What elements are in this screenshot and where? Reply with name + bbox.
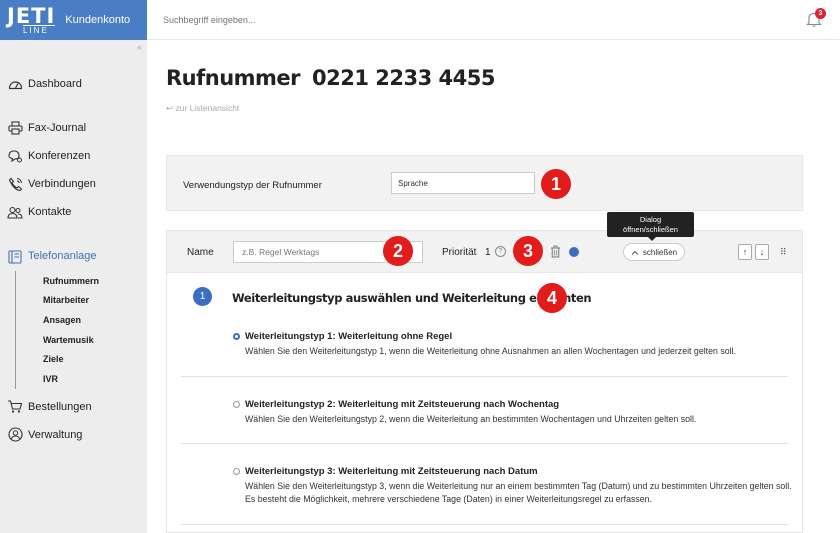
arrow-up-icon: ↑ [742, 247, 748, 257]
topbar: 3 [147, 0, 840, 40]
move-up-button[interactable]: ↑ [738, 244, 752, 260]
annotation-marker-3: 3 [513, 236, 543, 266]
radio-selected[interactable] [233, 333, 240, 340]
forwarding-rule-card: Name Priorität 1 ? schließen ↑ ↓ ⠿ 1 Wei… [166, 230, 803, 533]
divider [181, 524, 788, 525]
forwarding-option-2[interactable]: Weiterleitungstyp 2: Weiterleitung mit Z… [233, 399, 793, 426]
subnav-item-ansagen[interactable]: Ansagen [31, 310, 147, 330]
phone-number: 0221 2233 4455 [312, 66, 495, 90]
brand-title: Kundenkonto [65, 14, 131, 26]
subnav-item-wartemusik[interactable]: Wartemusik [31, 330, 147, 350]
sidebar-item-label: Kontakte [28, 206, 72, 218]
divider [181, 443, 788, 444]
sidebar-item-label: Telefonanlage [28, 250, 97, 262]
sidebar-item-label: Konferenzen [28, 150, 91, 162]
sidebar-item-label: Dashboard [28, 78, 82, 90]
option-title: Weiterleitungstyp 3: Weiterleitung mit Z… [245, 466, 538, 477]
option-title: Weiterleitungstyp 2: Weiterleitung mit Z… [245, 399, 560, 410]
priority-label: Priorität [442, 247, 477, 258]
annotation-marker-4: 4 [537, 283, 567, 313]
sidebar-item-verbindungen[interactable]: Verbindungen [0, 170, 147, 198]
sidebar-item-telefonanlage[interactable]: Telefonanlage [0, 242, 147, 270]
cart-icon [6, 399, 24, 415]
user-icon [6, 427, 24, 443]
sidebar-item-dashboard[interactable]: Dashboard [0, 70, 147, 98]
tooltip-line-1: Dialog [639, 215, 662, 224]
radio-unselected[interactable] [233, 468, 240, 475]
logo: JETI LINE [7, 3, 56, 35]
sidebar-item-konferenzen[interactable]: Konferenzen [0, 142, 147, 170]
page-title: Rufnummer 0221 2233 4455 [166, 66, 495, 90]
page-title-label: Rufnummer [166, 66, 301, 90]
sidebar-item-bestellungen[interactable]: Bestellungen [0, 393, 147, 421]
conference-icon [6, 148, 24, 164]
close-label: schließen [642, 247, 678, 257]
chevron-up-icon [631, 248, 639, 257]
logo-main-text: JETI [7, 3, 56, 28]
sidebar-nav: Dashboard Fax-Journal Konferenzen Verbin… [0, 70, 147, 449]
annotation-marker-1: 1 [541, 169, 571, 199]
annotation-marker-2: 2 [383, 236, 413, 266]
subnav-item-mitarbeiter[interactable]: Mitarbeiter [31, 291, 147, 311]
option-description: Wählen Sie den Weiterleitungstyp 1, wenn… [245, 346, 736, 356]
pbx-icon [6, 248, 24, 264]
forwarding-option-1[interactable]: Weiterleitungstyp 1: Weiterleitung ohne … [233, 331, 793, 358]
tooltip-line-2: öffnen/schließen [623, 225, 678, 234]
sidebar-item-label: Fax-Journal [28, 122, 87, 134]
brand-header[interactable]: JETI LINE Kundenkonto [0, 0, 147, 40]
close-dialog-button[interactable]: schließen [623, 243, 685, 261]
return-arrow-icon: ↩ [166, 103, 174, 113]
sidebar-item-verwaltung[interactable]: Verwaltung [0, 421, 147, 449]
back-link-label: zur Listenansicht [175, 103, 240, 113]
dashboard-icon [6, 76, 24, 92]
phone-icon [6, 176, 24, 192]
drag-handle-icon[interactable]: ⠿ [780, 247, 787, 258]
collapse-sidebar-icon[interactable]: « [137, 42, 142, 52]
telefonanlage-subnav: Rufnummern Mitarbeiter Ansagen Wartemusi… [15, 271, 147, 389]
notification-badge: 3 [815, 8, 826, 19]
subnav-item-ivr[interactable]: IVR [31, 369, 147, 389]
rule-header: Name Priorität 1 ? schließen ↑ ↓ ⠿ [167, 231, 802, 273]
priority-value: 1 [485, 247, 491, 258]
logo-sub-text: LINE [23, 24, 56, 35]
sidebar-item-label: Verwaltung [28, 428, 83, 441]
help-icon[interactable]: ? [495, 246, 506, 257]
forwarding-option-3[interactable]: Weiterleitungstyp 3: Weiterleitung mit Z… [233, 466, 793, 506]
arrow-down-icon: ↓ [759, 247, 765, 257]
sidebar: JETI LINE Kundenkonto « Dashboard Fax-Jo… [0, 0, 147, 533]
step-number: 1 [193, 287, 212, 306]
sidebar-item-label: Bestellungen [28, 400, 92, 413]
printer-icon [6, 120, 24, 136]
tooltip: Dialog öffnen/schließen [607, 212, 694, 241]
sidebar-item-fax-journal[interactable]: Fax-Journal [0, 114, 147, 142]
status-dot[interactable] [569, 247, 579, 257]
contacts-icon [6, 204, 24, 220]
subnav-item-rufnummern[interactable]: Rufnummern [31, 271, 147, 291]
rule-name-label: Name [187, 247, 214, 258]
usage-type-label: Verwendungstyp der Rufnummer [183, 180, 322, 191]
option-description: Wählen Sie den Weiterleitungstyp 2, wenn… [245, 414, 697, 424]
divider [181, 376, 788, 377]
move-down-button[interactable]: ↓ [755, 244, 769, 260]
sidebar-item-kontakte[interactable]: Kontakte [0, 198, 147, 226]
sidebar-item-label: Verbindungen [28, 178, 96, 190]
option-title: Weiterleitungstyp 1: Weiterleitung ohne … [245, 331, 453, 342]
usage-type-input[interactable] [391, 172, 535, 194]
main-content: Rufnummer 0221 2233 4455 ↩ zur Listenansi… [147, 40, 840, 533]
subnav-item-ziele[interactable]: Ziele [31, 349, 147, 369]
usage-type-card: Verwendungstyp der Rufnummer [166, 155, 803, 211]
trash-icon[interactable] [550, 245, 561, 258]
back-to-list-link[interactable]: ↩ zur Listenansicht [166, 103, 239, 114]
radio-unselected[interactable] [233, 401, 240, 408]
search-input[interactable] [163, 14, 463, 25]
option-description: Wählen Sie den Weiterleitungstyp 3, wenn… [245, 481, 792, 504]
